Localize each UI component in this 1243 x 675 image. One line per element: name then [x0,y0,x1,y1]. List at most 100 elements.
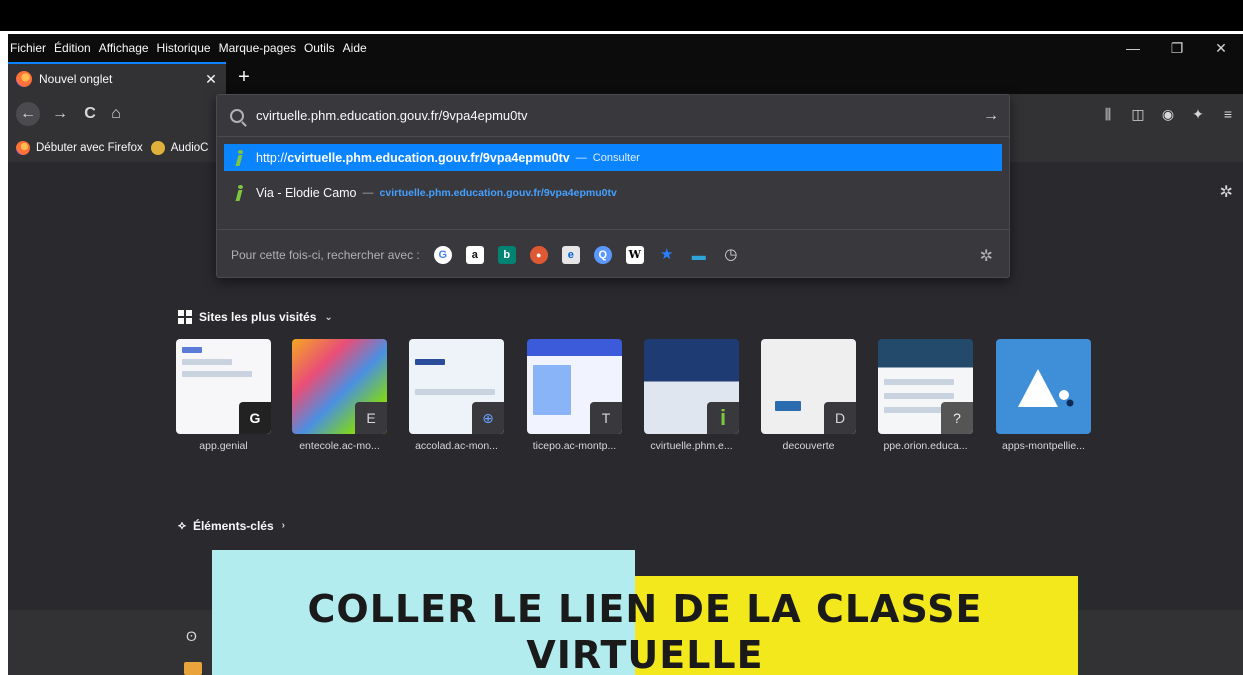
url-input[interactable]: cvirtuelle.phm.education.gouv.fr/9vpa4ep… [256,108,973,123]
site-thumbnail: E [292,339,387,434]
tabs-icon[interactable]: ▬ [690,246,708,264]
result-title: Via - Elodie Camo [256,185,357,200]
site-thumbnail: ? [878,339,973,434]
bookmark-label: AudioC [170,142,209,154]
close-window-button[interactable]: ✕ [1199,40,1243,57]
video-top-bar [0,0,1243,31]
menu-icon[interactable]: ≡ [1213,106,1243,122]
site-label: cvirtuelle.phm.e... [650,440,733,452]
topsite-tile[interactable]: D decouverte [761,339,856,452]
result-url: cvirtuelle.phm.education.gouv.fr/9vpa4ep… [379,186,617,199]
urlbar[interactable]: cvirtuelle.phm.education.gouv.fr/9vpa4ep… [217,95,1009,137]
apps-logo-icon [1018,369,1074,407]
tab-nouvel-onglet[interactable]: Nouvel onglet ✕ [8,62,226,94]
url-result-visit[interactable]: http://cvirtuelle.phm.education.gouv.fr/… [224,144,1002,171]
tab-close-icon[interactable]: ✕ [200,71,222,88]
tab-strip: Nouvel onglet ✕ + [8,62,1243,94]
amazon-search-icon[interactable]: a [465,245,484,264]
menu-affichage[interactable]: Affichage [99,41,149,55]
bing-search-icon[interactable]: b [497,245,516,264]
menu-fichier[interactable]: Fichier [10,41,46,55]
home-button[interactable]: ⌂ [104,102,128,126]
site-label: decouverte [782,440,835,452]
menu-aide[interactable]: Aide [343,41,367,55]
site-label: ppe.orion.educa... [883,440,968,452]
chevron-right-icon: › [281,520,285,531]
toolbar-right-icons: ⫼ ◫ ◉ ✦ ≡ [1093,94,1243,134]
site-thumbnail [996,339,1091,434]
site-thumbnail: D [761,339,856,434]
site-thumbnail: i [644,339,739,434]
result-separator: — [575,151,587,164]
site-letter-icon: E [355,402,387,434]
search-with-label: Pour cette fois-ci, rechercher avec : [231,247,420,262]
menu-historique[interactable]: Historique [157,41,211,55]
url-result-history[interactable]: Via - Elodie Camo — cvirtuelle.phm.educa… [224,179,1002,206]
urlbar-popup: cvirtuelle.phm.education.gouv.fr/9vpa4ep… [216,94,1010,278]
site-thumbnail: ⊕ [409,339,504,434]
go-arrow-button[interactable]: → [973,107,1009,125]
grid-icon [178,310,192,324]
banner-line-2: VIRTUELLE [526,633,764,675]
topsite-tile[interactable]: E entecole.ac-mo... [292,339,387,452]
wikipedia-search-icon[interactable]: W [625,245,644,264]
forward-button[interactable]: → [48,102,72,126]
topsite-tile[interactable]: apps-montpellie... [996,339,1091,452]
topsite-tile[interactable]: i cvirtuelle.phm.e... [644,339,739,452]
genial-logo-icon: G [239,402,271,434]
menu-marque-pages[interactable]: Marque-pages [219,41,296,55]
back-button[interactable]: ← [16,102,40,126]
restore-button[interactable]: ❐ [1155,40,1199,57]
site-thumbnail: G [176,339,271,434]
site-label: ticepo.ac-montp... [532,440,617,452]
highlights-heading[interactable]: ⟡ Éléments-clés › [178,518,285,533]
site-thumbnail: T [527,339,622,434]
qwant-search-icon[interactable]: Q [593,245,612,264]
site-via-icon: i [707,402,739,434]
library-icon[interactable]: ⫼ [1093,106,1123,123]
site-label: accolad.ac-mon... [415,440,498,452]
topsite-tile[interactable]: ? ppe.orion.educa... [878,339,973,452]
sidebar-icon[interactable]: ◫ [1123,106,1153,123]
puzzle-icon [184,662,202,675]
google-search-icon[interactable]: G [433,245,452,264]
site-letter-icon: D [824,402,856,434]
topsite-tile[interactable]: G app.genial [176,339,271,452]
extension-icon[interactable]: ✦ [1183,106,1213,123]
menubar: Fichier Édition Affichage Historique Mar… [8,34,1243,62]
topsites-heading[interactable]: Sites les plus visités ⌄ [178,310,333,324]
instruction-banner: COLLER LE LIEN DE LA CLASSE VIRTUELLE [212,586,1078,675]
site-label: app.genial [199,440,248,452]
firefox-small-icon: ʘ [186,628,197,644]
search-icon [230,108,244,123]
menu-edition[interactable]: Édition [54,41,91,55]
topsites-heading-label: Sites les plus visités [199,310,317,324]
ebay-search-icon[interactable]: e [561,245,580,264]
window-controls: — ❐ ✕ [1111,34,1243,62]
menu-outils[interactable]: Outils [304,41,335,55]
account-icon[interactable]: ◉ [1153,106,1183,123]
new-tab-button[interactable]: + [230,62,258,94]
duckduckgo-search-icon[interactable]: ● [529,245,548,264]
search-settings-gear-icon[interactable]: ✲ [980,246,993,266]
minimize-button[interactable]: — [1111,40,1155,56]
page-settings-gear-icon[interactable]: ✲ [1220,182,1233,202]
history-icon[interactable]: ◷ [722,246,740,264]
highlights-icon: ⟡ [178,518,186,532]
result-separator: — [362,186,374,199]
one-off-search-row: Pour cette fois-ci, rechercher avec : G … [217,229,1009,279]
site-globe-icon: ⊕ [472,402,504,434]
star-bookmarks-icon[interactable]: ★ [658,246,676,264]
via-icon [234,184,244,201]
topsite-tile[interactable]: T ticepo.ac-montp... [527,339,622,452]
topsite-tile[interactable]: ⊕ accolad.ac-mon... [409,339,504,452]
chevron-down-icon: ⌄ [324,311,333,323]
bookmark-debuter-firefox[interactable]: Débuter avec Firefox [16,141,143,155]
result-url: http://cvirtuelle.phm.education.gouv.fr/… [256,150,570,165]
site-letter-icon: T [590,402,622,434]
banner-line-1: COLLER LE LIEN DE LA CLASSE [307,587,983,631]
bookmark-audioc[interactable]: AudioC [150,141,209,155]
result-action: Consulter [592,151,640,164]
reload-button[interactable]: C [78,102,102,126]
site-help-icon: ? [941,402,973,434]
